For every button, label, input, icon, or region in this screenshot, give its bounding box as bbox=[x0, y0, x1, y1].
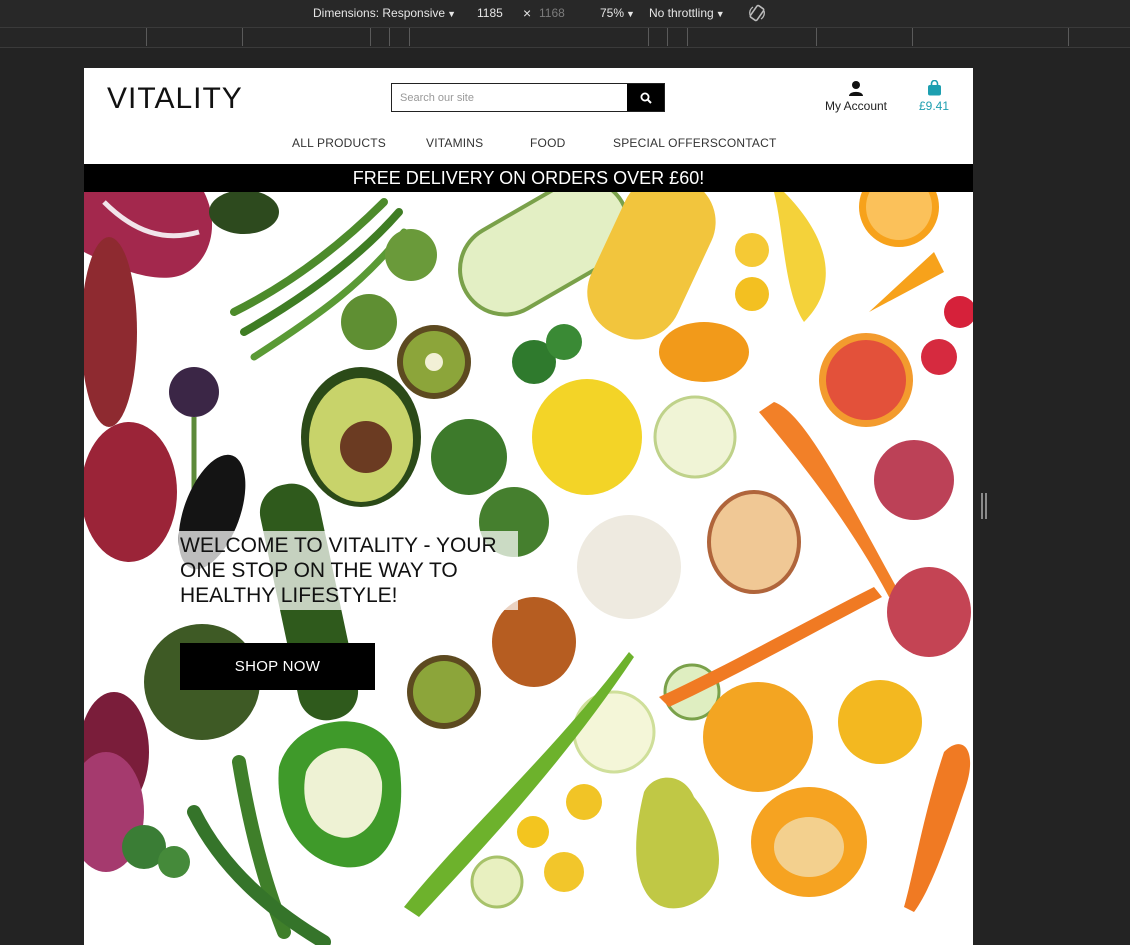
my-account-link[interactable]: My Account bbox=[819, 80, 893, 113]
search-icon bbox=[640, 92, 652, 104]
rotate-icon[interactable] bbox=[748, 4, 766, 25]
nav-special-offers[interactable]: SPECIAL OFFERS bbox=[613, 136, 718, 150]
search-button[interactable] bbox=[627, 84, 664, 111]
ruler-tick bbox=[389, 28, 390, 46]
ruler-tick bbox=[146, 28, 147, 46]
viewport-resize-handle[interactable] bbox=[981, 493, 987, 519]
zoom-dropdown[interactable]: 75% ▼ bbox=[600, 6, 635, 20]
width-input[interactable]: 1185 bbox=[477, 6, 503, 20]
nav-food[interactable]: FOOD bbox=[530, 136, 565, 150]
close-x-icon: × bbox=[523, 5, 532, 21]
hero-headline: WELCOME TO VITALITY - YOUR ONE STOP ON T… bbox=[179, 531, 518, 610]
cart-link[interactable]: £9.41 bbox=[914, 79, 954, 113]
ruler-tick bbox=[1068, 28, 1069, 46]
ruler-tick bbox=[667, 28, 668, 46]
caret-down-icon: ▼ bbox=[447, 9, 456, 19]
user-icon bbox=[819, 80, 893, 98]
ruler-tick bbox=[370, 28, 371, 46]
ruler-tick bbox=[816, 28, 817, 46]
hero-headline-line: WELCOME TO VITALITY - YOUR bbox=[180, 534, 497, 557]
ruler-tick bbox=[409, 28, 410, 46]
site-logo[interactable]: VITALITY bbox=[107, 82, 243, 116]
cart-total: £9.41 bbox=[918, 99, 950, 113]
ruler-tick bbox=[242, 28, 243, 46]
hero-headline-line: ONE STOP ON THE WAY TO bbox=[180, 559, 458, 582]
throttling-dropdown[interactable]: No throttling ▼ bbox=[649, 6, 725, 20]
account-label: My Account bbox=[824, 99, 888, 113]
caret-down-icon: ▼ bbox=[626, 9, 635, 19]
ruler-tick bbox=[648, 28, 649, 46]
nav-all-products[interactable]: ALL PRODUCTS bbox=[292, 136, 386, 150]
main-nav: ALL PRODUCTS VITAMINS FOOD SPECIAL OFFER… bbox=[84, 136, 973, 154]
ruler-tick bbox=[687, 28, 688, 46]
ruler-tick bbox=[912, 28, 913, 46]
search-input[interactable] bbox=[392, 84, 628, 111]
nav-contact[interactable]: CONTACT bbox=[718, 136, 777, 150]
dimensions-dropdown[interactable]: Dimensions: Responsive ▼ bbox=[313, 6, 456, 20]
caret-down-icon: ▼ bbox=[715, 9, 725, 19]
height-input[interactable]: 1168 bbox=[539, 6, 565, 20]
emulated-viewport: VITALITY My Account £9.41 ALL PRODUCTS V… bbox=[84, 68, 973, 945]
nav-vitamins[interactable]: VITAMINS bbox=[426, 136, 483, 150]
shop-now-button[interactable]: SHOP NOW bbox=[180, 643, 375, 690]
hero-section: WELCOME TO VITALITY - YOUR ONE STOP ON T… bbox=[84, 192, 973, 945]
search-bar bbox=[391, 83, 665, 112]
hero-headline-line: HEALTHY LIFESTYLE! bbox=[180, 584, 398, 607]
devtools-toolbar: Dimensions: Responsive ▼ 1185 × 1168 75% ▼… bbox=[0, 0, 1130, 28]
shopping-bag-icon bbox=[914, 79, 954, 98]
free-delivery-banner: FREE DELIVERY ON ORDERS OVER £60! bbox=[84, 164, 973, 192]
media-query-ruler bbox=[0, 28, 1130, 48]
